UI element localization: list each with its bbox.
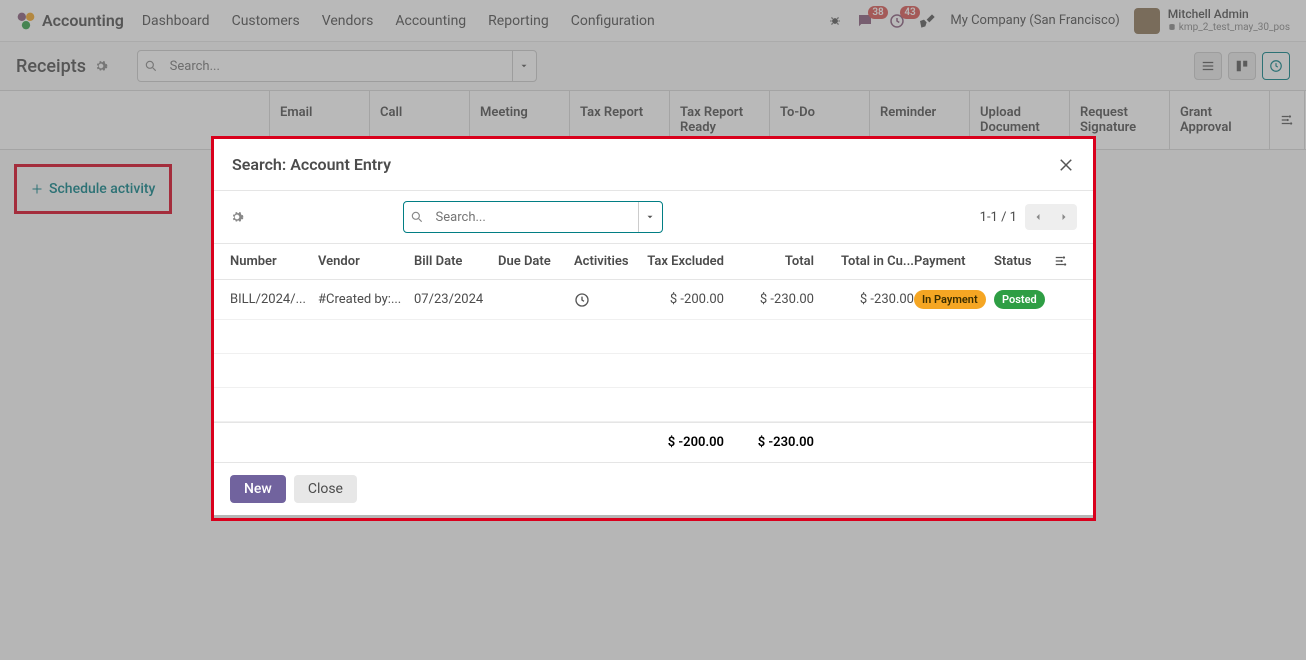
chevron-right-icon <box>1058 211 1070 223</box>
chevron-down-icon <box>645 212 655 222</box>
search-account-entry-modal: Search: Account Entry 1-1 / 1 Number Ven… <box>214 139 1093 515</box>
th-duedate[interactable]: Due Date <box>498 254 574 269</box>
cell-billdate: 07/23/2024 <box>414 292 498 307</box>
pager-prev-button[interactable] <box>1025 204 1051 230</box>
modal-search-dropdown-toggle[interactable] <box>638 202 662 232</box>
modal-table-header: Number Vendor Bill Date Due Date Activit… <box>214 243 1093 280</box>
cell-number: BILL/2024/... <box>230 292 318 307</box>
table-sum-row: $ -200.00 $ -230.00 <box>214 422 1093 462</box>
new-button[interactable]: New <box>230 475 286 503</box>
table-row-empty <box>214 354 1093 388</box>
payment-badge: In Payment <box>914 290 986 309</box>
cell-vendor: #Created by:... <box>318 292 414 307</box>
th-taxex[interactable]: Tax Excluded <box>634 254 724 269</box>
status-badge: Posted <box>994 290 1045 309</box>
cell-payment: In Payment <box>914 290 994 309</box>
chevron-left-icon <box>1032 211 1044 223</box>
th-vendor[interactable]: Vendor <box>318 254 414 269</box>
cell-totalcu: $ -230.00 <box>814 292 914 307</box>
th-billdate[interactable]: Bill Date <box>414 254 498 269</box>
modal-title: Search: Account Entry <box>232 155 391 174</box>
modal-search-input[interactable] <box>430 210 638 225</box>
table-row-empty <box>214 388 1093 422</box>
gear-icon <box>230 210 244 224</box>
modal-search[interactable] <box>403 201 663 233</box>
modal-gear-button[interactable] <box>230 210 244 224</box>
cell-total: $ -230.00 <box>724 292 814 307</box>
table-row-empty <box>214 320 1093 354</box>
th-total[interactable]: Total <box>724 254 814 269</box>
close-icon <box>1057 156 1075 174</box>
pager-text: 1-1 / 1 <box>980 210 1017 225</box>
cell-status: Posted <box>994 290 1054 309</box>
cell-taxex: $ -200.00 <box>634 292 724 307</box>
cell-activities[interactable] <box>574 292 634 308</box>
sum-total: $ -230.00 <box>724 435 814 450</box>
th-totalcu[interactable]: Total in Cu... <box>814 254 914 269</box>
table-row[interactable]: BILL/2024/... #Created by:... 07/23/2024… <box>214 280 1093 320</box>
close-button[interactable]: Close <box>294 475 357 503</box>
pager-next-button[interactable] <box>1051 204 1077 230</box>
sum-taxex: $ -200.00 <box>634 435 724 450</box>
modal-close-button[interactable] <box>1057 156 1075 174</box>
clock-icon <box>574 292 590 308</box>
th-status[interactable]: Status <box>994 254 1054 269</box>
search-icon <box>410 210 424 224</box>
th-number[interactable]: Number <box>230 254 318 269</box>
sliders-icon <box>1054 254 1068 268</box>
th-adjust[interactable] <box>1054 254 1074 269</box>
th-payment[interactable]: Payment <box>914 254 994 269</box>
th-activities[interactable]: Activities <box>574 254 634 269</box>
